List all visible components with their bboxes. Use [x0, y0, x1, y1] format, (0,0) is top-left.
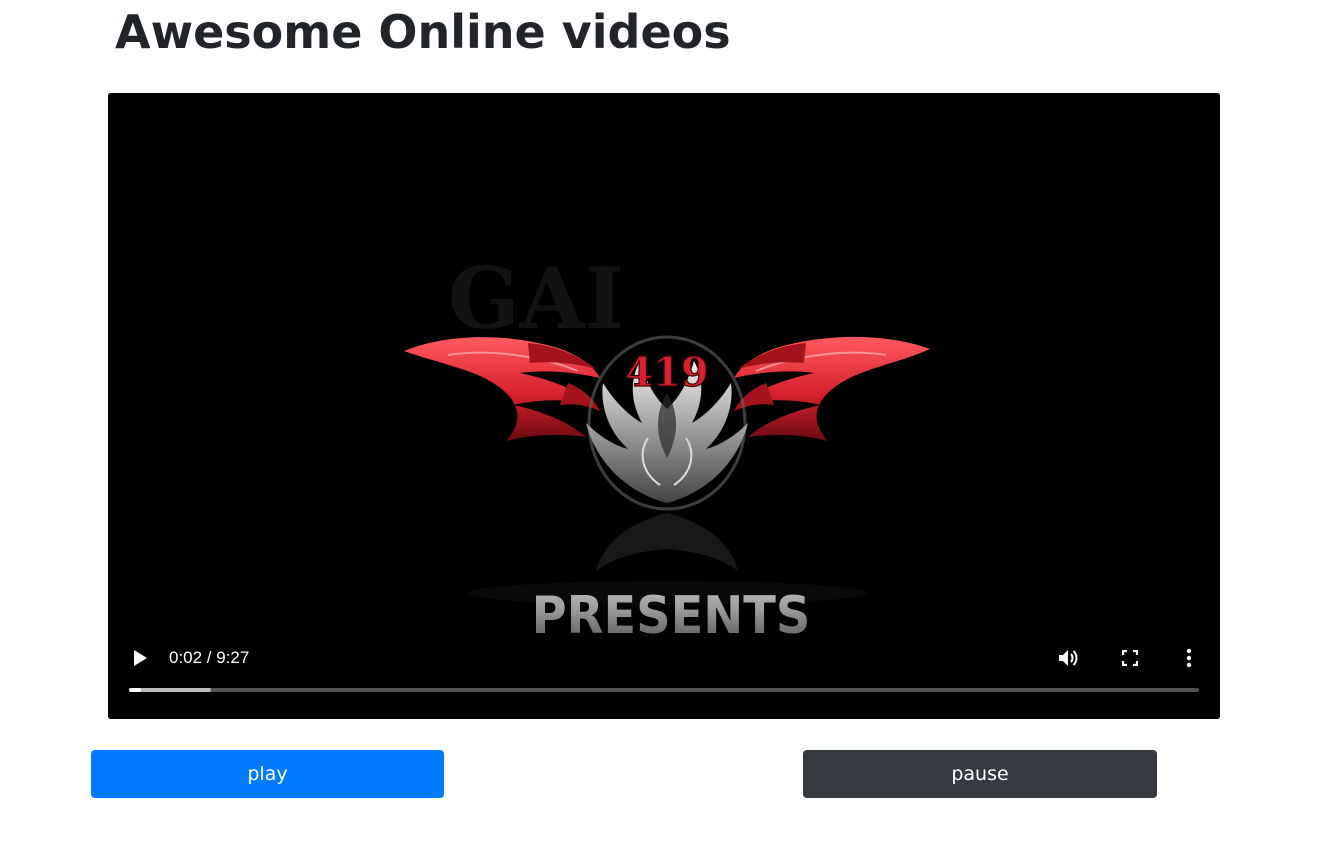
time-display: 0:02 / 9:27 [169, 648, 250, 667]
play-button[interactable]: play [91, 750, 444, 798]
svg-text:GAI: GAI [448, 249, 624, 348]
controls-overlay [108, 609, 1220, 719]
pause-button[interactable]: pause [803, 750, 1157, 798]
play-icon [134, 650, 147, 666]
fullscreen-button[interactable] [1116, 643, 1144, 673]
volume-button[interactable] [1055, 643, 1083, 673]
background-logo-lettering: GAI [448, 249, 624, 348]
more-options-button[interactable] [1175, 643, 1203, 673]
progress-played [129, 688, 141, 692]
fullscreen-icon [1122, 650, 1138, 666]
page-title: Awesome Online videos [115, 5, 731, 59]
volume-icon [1059, 650, 1078, 666]
video-player[interactable]: GAI 419 0:02 / 9:27 [108, 93, 1220, 719]
page: Awesome Online videos GAI 419 0:02 / 9:2… [0, 0, 1343, 848]
player-play-control[interactable] [128, 643, 152, 673]
progress-bar[interactable] [129, 688, 1199, 692]
progress-buffered [129, 688, 212, 692]
more-vertical-icon [1186, 648, 1192, 668]
logo-number: 419 [625, 349, 709, 396]
